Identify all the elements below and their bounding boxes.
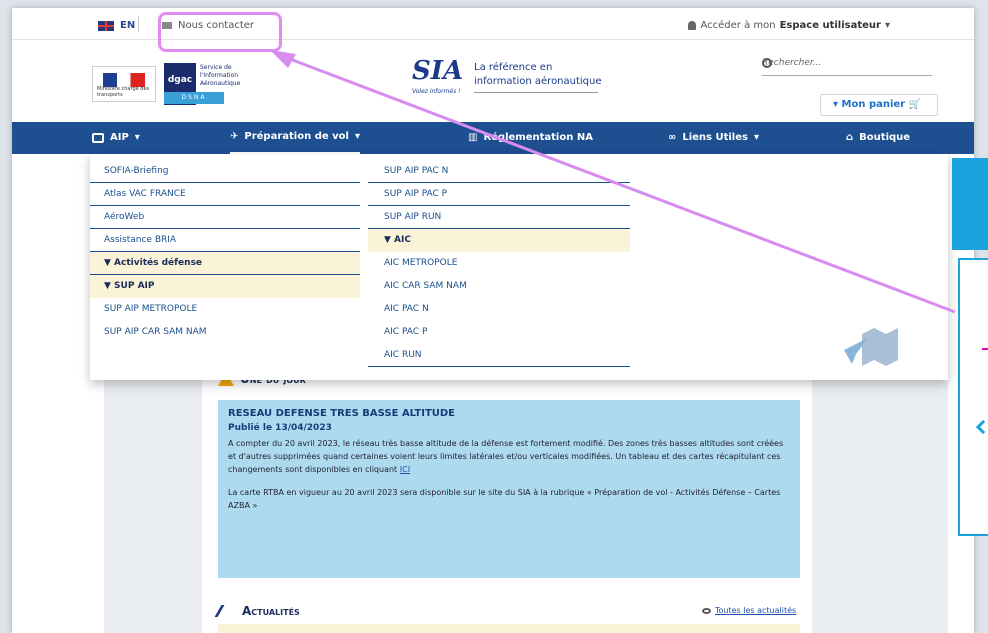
- language-label: EN: [120, 20, 136, 31]
- menu-item[interactable]: AIC CAR SAM NAM: [368, 275, 630, 298]
- user-space-link[interactable]: Accéder à mon Espace utilisateur ▾: [688, 20, 890, 31]
- une-paragraph-1: A compter du 20 avril 2023, le réseau tr…: [228, 437, 790, 476]
- nav-item-boutique[interactable]: ⌂ Boutique: [846, 122, 910, 154]
- nav-label: Préparation de vol: [244, 131, 349, 142]
- user-prefix: Accéder à mon: [700, 20, 776, 31]
- dropdown-column-1: SOFIA-Briefing Atlas VAC FRANCE AéroWeb …: [90, 160, 360, 344]
- page-background: [812, 348, 948, 633]
- actualites-heading: Actualités: [214, 604, 300, 618]
- all-news-label: Toutes les actualités: [715, 606, 797, 615]
- plane-icon: ✈: [230, 131, 239, 142]
- dash-mark: [982, 348, 988, 350]
- une-date: Publié le 13/04/2023: [228, 423, 332, 433]
- contact-highlight-box: [158, 12, 282, 52]
- une-title: RESEAU DEFENSE TRES BASSE ALTITUDE: [228, 408, 456, 419]
- menu-section[interactable]: ▼ AIC: [368, 229, 630, 252]
- search-icon[interactable]: [762, 58, 772, 68]
- browser-page: EN Nous contacter Accéder à mon Espace u…: [12, 8, 974, 633]
- rf-caption: Ministère chargé des transports: [97, 86, 150, 98]
- nav-label: Boutique: [859, 132, 911, 143]
- menu-section[interactable]: ▼ SUP AIP: [90, 275, 360, 298]
- menu-item[interactable]: AIC PAC P: [368, 321, 630, 344]
- cart-button[interactable]: ▾ Mon panier 🛒: [820, 94, 938, 116]
- plane-icon: [214, 605, 240, 617]
- divider: [474, 92, 598, 93]
- chevron-down-icon: ▾: [833, 99, 839, 110]
- basket-icon: ⌂: [846, 132, 854, 143]
- cart-icon: 🛒: [908, 99, 922, 110]
- ici-link[interactable]: ICI: [400, 465, 410, 474]
- user-space-label: Espace utilisateur: [779, 20, 881, 31]
- map-icon: [844, 328, 898, 366]
- une-du-jour-box: RESEAU DEFENSE TRES BASSE ALTITUDE Publi…: [218, 400, 800, 578]
- menu-item[interactable]: SUP AIP PAC N: [368, 160, 630, 183]
- panel-header: [952, 158, 988, 250]
- uk-flag-icon: [98, 20, 114, 31]
- menu-item[interactable]: AIC METROPOLE: [368, 252, 630, 275]
- building-icon: ▥: [468, 132, 478, 143]
- menu-item[interactable]: SOFIA-Briefing: [90, 160, 360, 183]
- all-news-link[interactable]: Toutes les actualités: [702, 606, 796, 615]
- link-icon: ∞: [668, 132, 677, 143]
- search-input[interactable]: Rechercher...: [762, 52, 932, 76]
- top-bar: EN Nous contacter Accéder à mon Espace u…: [12, 8, 974, 40]
- cart-label: Mon panier: [841, 99, 906, 110]
- divider: [138, 16, 139, 32]
- nav-item-aip[interactable]: AIP ▾: [92, 122, 140, 154]
- menu-item[interactable]: SUP AIP PAC P: [368, 183, 630, 206]
- eye-icon: [702, 607, 711, 614]
- republique-francaise-logo[interactable]: Ministère chargé des transports: [92, 66, 156, 102]
- side-panel: [952, 158, 988, 538]
- menu-item[interactable]: AIC RUN: [368, 344, 630, 367]
- nav-item-liens-utiles[interactable]: ∞ Liens Utiles ▾: [668, 122, 759, 154]
- dsna-badge: DSNA: [164, 92, 224, 104]
- sia-wordmark: SIA: [412, 56, 464, 86]
- dgac-caption: Service de l'Information Aéronautique: [200, 64, 241, 87]
- panel-body: [958, 258, 988, 536]
- preparation-de-vol-dropdown: SOFIA-Briefing Atlas VAC FRANCE AéroWeb …: [90, 154, 948, 380]
- book-icon: [92, 133, 104, 143]
- sia-logo[interactable]: SIA La référence en information aéronaut…: [412, 56, 602, 100]
- chevron-down-icon: ▾: [884, 20, 890, 31]
- menu-section[interactable]: ▼ Activités défense: [90, 252, 360, 275]
- nav-item-preparation-de-vol[interactable]: ✈ Préparation de vol ▾: [230, 122, 360, 154]
- menu-item[interactable]: Assistance BRIA: [90, 229, 360, 252]
- sia-slogan: Volez informés !: [412, 88, 461, 95]
- menu-item[interactable]: AéroWeb: [90, 206, 360, 229]
- user-icon: [688, 21, 697, 30]
- nav-label: AIP: [110, 132, 129, 143]
- chevron-down-icon: ▾: [134, 132, 140, 143]
- menu-item[interactable]: AIC PAC N: [368, 298, 630, 321]
- une-paragraph-2: La carte RTBA en vigueur au 20 avril 202…: [228, 488, 781, 510]
- chevron-down-icon: ▾: [354, 131, 360, 142]
- une-text-1: A compter du 20 avril 2023, le réseau tr…: [228, 439, 784, 474]
- language-switch[interactable]: EN: [98, 20, 135, 31]
- menu-item[interactable]: SUP AIP RUN: [368, 206, 630, 229]
- chevron-down-icon: ▾: [753, 132, 759, 143]
- main-nav: AIP ▾ ✈ Préparation de vol ▾ ▥ Réglement…: [12, 122, 974, 154]
- news-item[interactable]: [218, 624, 800, 633]
- menu-item[interactable]: SUP AIP CAR SAM NAM: [90, 321, 360, 344]
- actu-heading: Actualités: [242, 604, 300, 618]
- menu-item[interactable]: Atlas VAC FRANCE: [90, 183, 360, 206]
- sia-tagline-2: information aéronautique: [474, 76, 602, 87]
- sia-tagline-1: La référence en: [474, 62, 553, 73]
- dropdown-column-2: SUP AIP PAC N SUP AIP PAC P SUP AIP RUN …: [368, 160, 630, 367]
- nav-label: Liens Utiles: [682, 132, 748, 143]
- nav-label: Réglementation NA: [483, 132, 593, 143]
- nav-item-reglementation[interactable]: ▥ Réglementation NA: [468, 122, 593, 154]
- marianne-flag-icon: [103, 73, 145, 87]
- menu-item[interactable]: SUP AIP METROPOLE: [90, 298, 360, 321]
